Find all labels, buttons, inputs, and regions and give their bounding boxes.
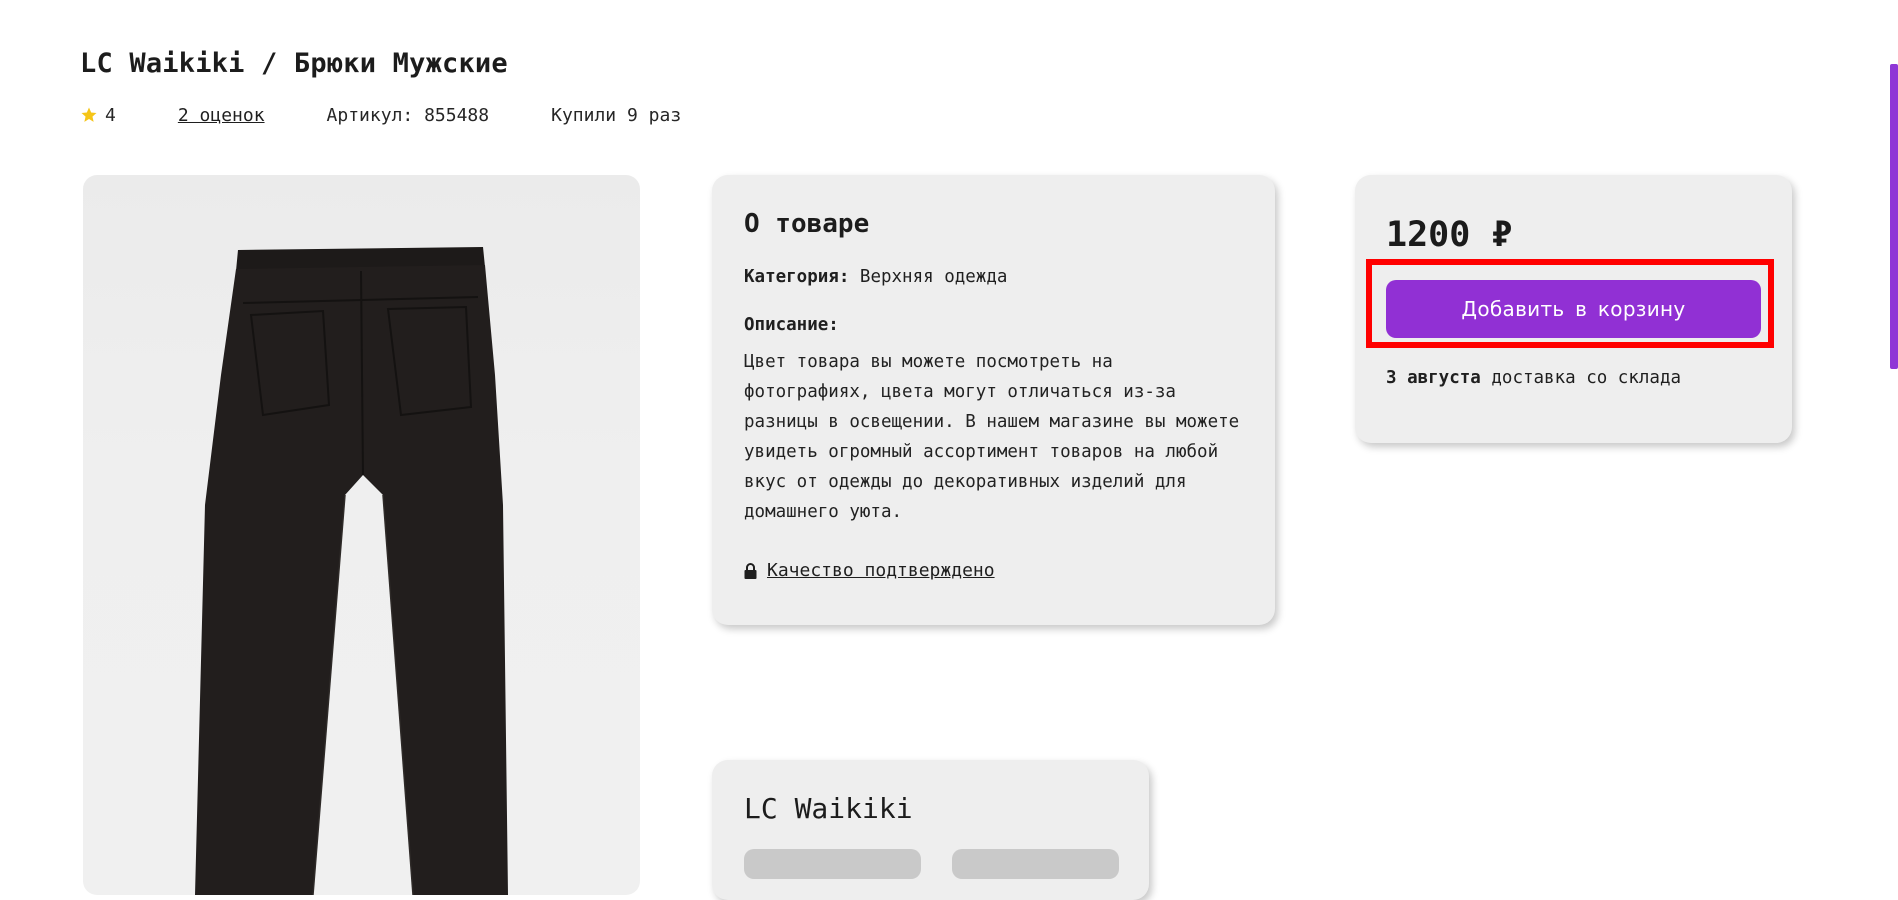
price: 1200 ₽ bbox=[1386, 215, 1513, 255]
about-heading: О товаре bbox=[744, 209, 870, 239]
add-to-cart-button[interactable]: Добавить в корзину bbox=[1386, 280, 1761, 338]
reviews-link[interactable]: 2 оценок bbox=[178, 105, 265, 126]
brand-card[interactable]: LC Waikiki bbox=[712, 760, 1149, 900]
purchase-count: Купили 9 раз bbox=[551, 104, 682, 126]
delivery-info: 3 августа доставка со склада bbox=[1386, 368, 1681, 388]
pants-image bbox=[195, 247, 508, 895]
scrollbar-thumb[interactable] bbox=[1890, 64, 1898, 369]
category-label: Категория: bbox=[744, 267, 850, 287]
category-row: Категория: Верхняя одежда bbox=[744, 267, 1007, 287]
purchase-card: 1200 ₽ Добавить в корзину 3 августа дост… bbox=[1355, 175, 1792, 443]
product-meta: 4 2 оценок Артикул: 855488 Купили 9 раз bbox=[80, 103, 681, 127]
star-icon bbox=[81, 107, 97, 122]
quality-link-text[interactable]: Качество подтверждено bbox=[767, 560, 995, 581]
delivery-text: доставка со склада bbox=[1491, 368, 1682, 388]
brand-name: LC Waikiki bbox=[744, 792, 913, 825]
product-title: LC Waikiki / Брюки Мужские bbox=[80, 48, 508, 79]
product-photo[interactable] bbox=[83, 175, 640, 895]
lock-icon bbox=[744, 562, 757, 579]
scrollbar[interactable] bbox=[1890, 0, 1898, 865]
brand-stat-chip bbox=[952, 849, 1119, 879]
article-number: Артикул: 855488 bbox=[326, 104, 490, 126]
category-value: Верхняя одежда bbox=[859, 267, 1008, 287]
description-label: Описание: bbox=[744, 315, 839, 335]
rating-value: 4 bbox=[105, 104, 116, 126]
delivery-date: 3 августа bbox=[1386, 368, 1481, 388]
brand-stat-chip bbox=[744, 849, 921, 879]
quality-link[interactable]: Качество подтверждено bbox=[744, 560, 995, 581]
about-card: О товаре Категория: Верхняя одежда Описа… bbox=[712, 175, 1275, 625]
description-text: Цвет товара вы можете посмотреть на фото… bbox=[744, 352, 1240, 522]
